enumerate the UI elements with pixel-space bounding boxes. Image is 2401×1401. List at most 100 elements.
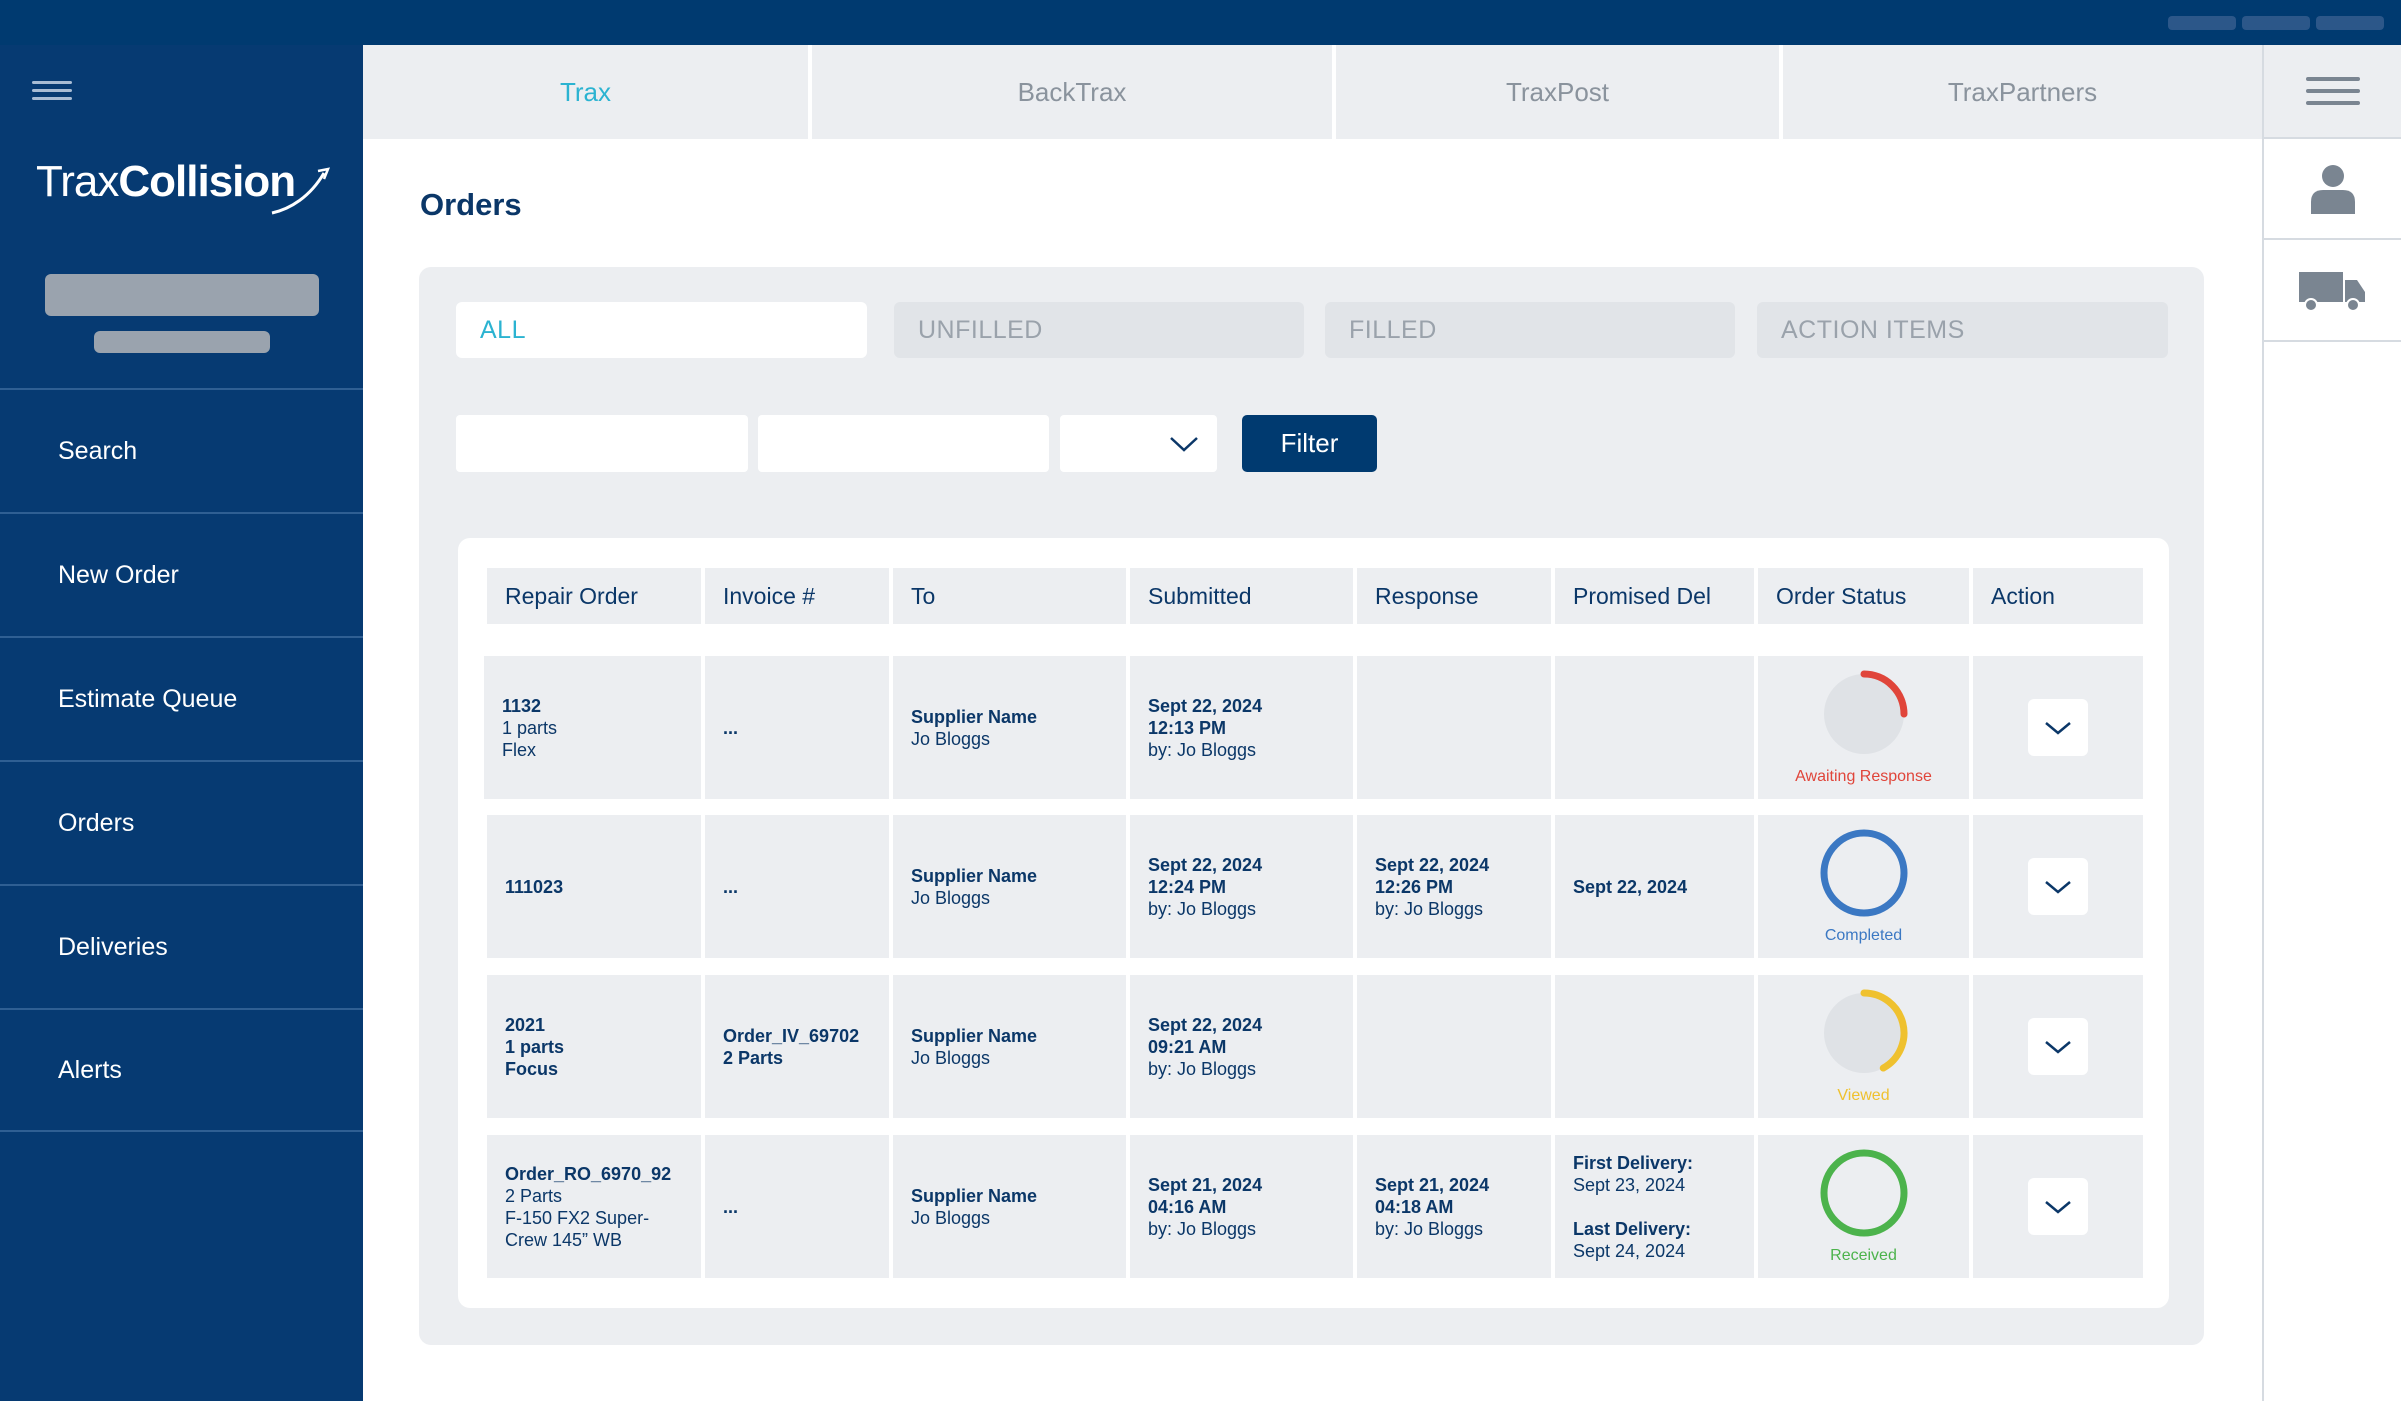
status-label: Viewed xyxy=(1837,1087,1890,1104)
col-header-promised-del[interactable]: Promised Del xyxy=(1555,568,1754,624)
user-icon xyxy=(2310,164,2355,214)
invoice-number: ... xyxy=(723,1196,739,1217)
menu-icon xyxy=(2305,77,2360,105)
table-row-3-promised xyxy=(1555,975,1754,1118)
close-button[interactable] xyxy=(2316,16,2384,30)
sidebar-item-label: Estimate Queue xyxy=(58,684,238,713)
submitted-date: Sept 22, 2024 xyxy=(1148,1014,1263,1035)
chevron-down-icon xyxy=(2045,1040,2071,1054)
rail-delivery-button[interactable] xyxy=(2264,240,2401,342)
col-header-submitted[interactable]: Submitted xyxy=(1130,568,1353,624)
row-action-button[interactable] xyxy=(2028,858,2088,915)
submitted-date: Sept 22, 2024 xyxy=(1148,854,1263,875)
row-action-button[interactable] xyxy=(2028,1018,2088,1075)
status-ring xyxy=(1820,1149,1907,1237)
table-row-1-promised xyxy=(1555,656,1754,799)
table-row-1-invoice[interactable]: ... xyxy=(705,656,889,799)
repair-order-number: 1132 xyxy=(502,695,542,716)
repair-order-vehicle-cont: Crew 145” WB xyxy=(505,1229,623,1250)
first-delivery-label: First Delivery: xyxy=(1573,1152,1694,1173)
sidebar-item-orders[interactable]: Orders xyxy=(0,760,363,884)
supplier-name: Supplier Name xyxy=(911,1185,1038,1206)
table-row-3-status: Viewed xyxy=(1758,975,1969,1118)
supplier-name: Supplier Name xyxy=(911,1025,1038,1046)
repair-order-parts: 2 Parts xyxy=(505,1185,563,1206)
repair-order-number: 111023 xyxy=(505,876,564,897)
table-row-2-promised: Sept 22, 2024 xyxy=(1555,815,1754,958)
repair-order-vehicle: Flex xyxy=(502,739,537,760)
tab-backtrax[interactable]: BackTrax xyxy=(812,45,1332,139)
table-row-4-to: Supplier Name Jo Bloggs xyxy=(893,1135,1126,1278)
table-row-3-submitted: Sept 22, 2024 09:21 AM by: Jo Bloggs xyxy=(1130,975,1353,1118)
table-row-4-response: Sept 21, 2024 04:18 AM by: Jo Bloggs xyxy=(1357,1135,1551,1278)
status-progress-ring xyxy=(1820,829,1907,917)
response-by: by: Jo Bloggs xyxy=(1375,1218,1484,1239)
logo-swoosh-icon xyxy=(271,167,331,215)
sidebar-item-estimate-queue[interactable]: Estimate Queue xyxy=(0,636,363,760)
col-header-repair-order[interactable]: Repair Order xyxy=(487,568,701,624)
filter-select[interactable] xyxy=(1060,415,1217,472)
table-row-4-repair-order[interactable]: Order_RO_6970_92 2 Parts F-150 FX2 Super… xyxy=(487,1135,701,1278)
sidebar-nav: Search New Order Estimate Queue Orders D… xyxy=(0,388,363,1132)
filter-tab-unfilled[interactable]: UNFILLED xyxy=(894,302,1304,358)
status-ring xyxy=(1823,989,1907,1073)
table-row-1-submitted: Sept 22, 2024 12:13 PM by: Jo Bloggs xyxy=(1130,656,1353,799)
filter-tab-all[interactable]: ALL xyxy=(456,302,867,358)
submitted-by: by: Jo Bloggs xyxy=(1148,1058,1257,1079)
tab-trax[interactable]: Trax xyxy=(363,45,808,139)
maximize-button[interactable] xyxy=(2242,16,2310,30)
top-tabs: Trax BackTrax TraxPost TraxPartners xyxy=(363,45,2262,139)
response-date: Sept 21, 2024 xyxy=(1375,1174,1490,1195)
col-header-action[interactable]: Action xyxy=(1973,568,2143,624)
invoice-number: ... xyxy=(723,876,739,897)
rail-menu-button[interactable] xyxy=(2264,45,2401,139)
menu-icon[interactable] xyxy=(32,81,72,103)
table-row-3-repair-order[interactable]: 2021 1 parts Focus xyxy=(487,975,701,1118)
submitted-time: 12:24 PM xyxy=(1148,876,1227,897)
sidebar-item-search[interactable]: Search xyxy=(0,388,363,512)
row-action-button[interactable] xyxy=(2028,1178,2088,1235)
col-header-invoice[interactable]: Invoice # xyxy=(705,568,889,624)
sidebar-item-new-order[interactable]: New Order xyxy=(0,512,363,636)
row-action-button[interactable] xyxy=(2028,699,2088,756)
table-row-1-to: Supplier Name Jo Bloggs xyxy=(893,656,1126,799)
table-row-2-repair-order[interactable]: 111023 xyxy=(487,815,701,958)
table-row-1-response xyxy=(1357,656,1551,799)
table-row-1-repair-order[interactable]: 1132 1 parts Flex xyxy=(484,656,701,799)
filter-tab-action-items[interactable]: ACTION ITEMS xyxy=(1757,302,2168,358)
tab-traxpartners[interactable]: TraxPartners xyxy=(1783,45,2262,139)
table-row-2-invoice[interactable]: ... xyxy=(705,815,889,958)
sidebar-item-deliveries[interactable]: Deliveries xyxy=(0,884,363,1008)
submitted-date: Sept 22, 2024 xyxy=(1148,695,1263,716)
sidebar-item-alerts[interactable]: Alerts xyxy=(0,1008,363,1132)
app-logo: TraxCollision xyxy=(36,157,296,206)
repair-order-number: 2021 xyxy=(505,1014,546,1035)
repair-order-vehicle: F-150 FX2 Super- xyxy=(505,1207,650,1228)
filter-button[interactable]: Filter xyxy=(1242,415,1377,472)
filter-input-2[interactable] xyxy=(758,415,1049,472)
status-progress-ring xyxy=(1820,1149,1907,1237)
status-ring xyxy=(1823,670,1907,754)
col-header-order-status[interactable]: Order Status xyxy=(1758,568,1969,624)
table-row-3-action xyxy=(1973,975,2143,1118)
last-delivery-date: Sept 24, 2024 xyxy=(1573,1240,1686,1261)
response-time: 04:18 AM xyxy=(1375,1196,1454,1217)
submitted-by: by: Jo Bloggs xyxy=(1148,1218,1257,1239)
table-row-4-invoice[interactable]: ... xyxy=(705,1135,889,1278)
minimize-button[interactable] xyxy=(2168,16,2236,30)
col-header-response[interactable]: Response xyxy=(1357,568,1551,624)
response-by: by: Jo Bloggs xyxy=(1375,898,1484,919)
filter-tab-filled[interactable]: FILLED xyxy=(1325,302,1735,358)
table-row-4-status: Received xyxy=(1758,1135,1969,1278)
submitted-time: 09:21 AM xyxy=(1148,1036,1227,1057)
filter-input-1[interactable] xyxy=(456,415,748,472)
tab-traxpost[interactable]: TraxPost xyxy=(1336,45,1779,139)
rail-user-button[interactable] xyxy=(2264,139,2401,240)
col-header-to[interactable]: To xyxy=(893,568,1126,624)
table-row-2-to: Supplier Name Jo Bloggs xyxy=(893,815,1126,958)
response-time: 12:26 PM xyxy=(1375,876,1454,897)
table-row-3-invoice[interactable]: Order_IV_69702 2 Parts xyxy=(705,975,889,1118)
status-ring xyxy=(1820,829,1907,917)
table-row-3-response xyxy=(1357,975,1551,1118)
chevron-down-icon xyxy=(1170,436,1198,452)
